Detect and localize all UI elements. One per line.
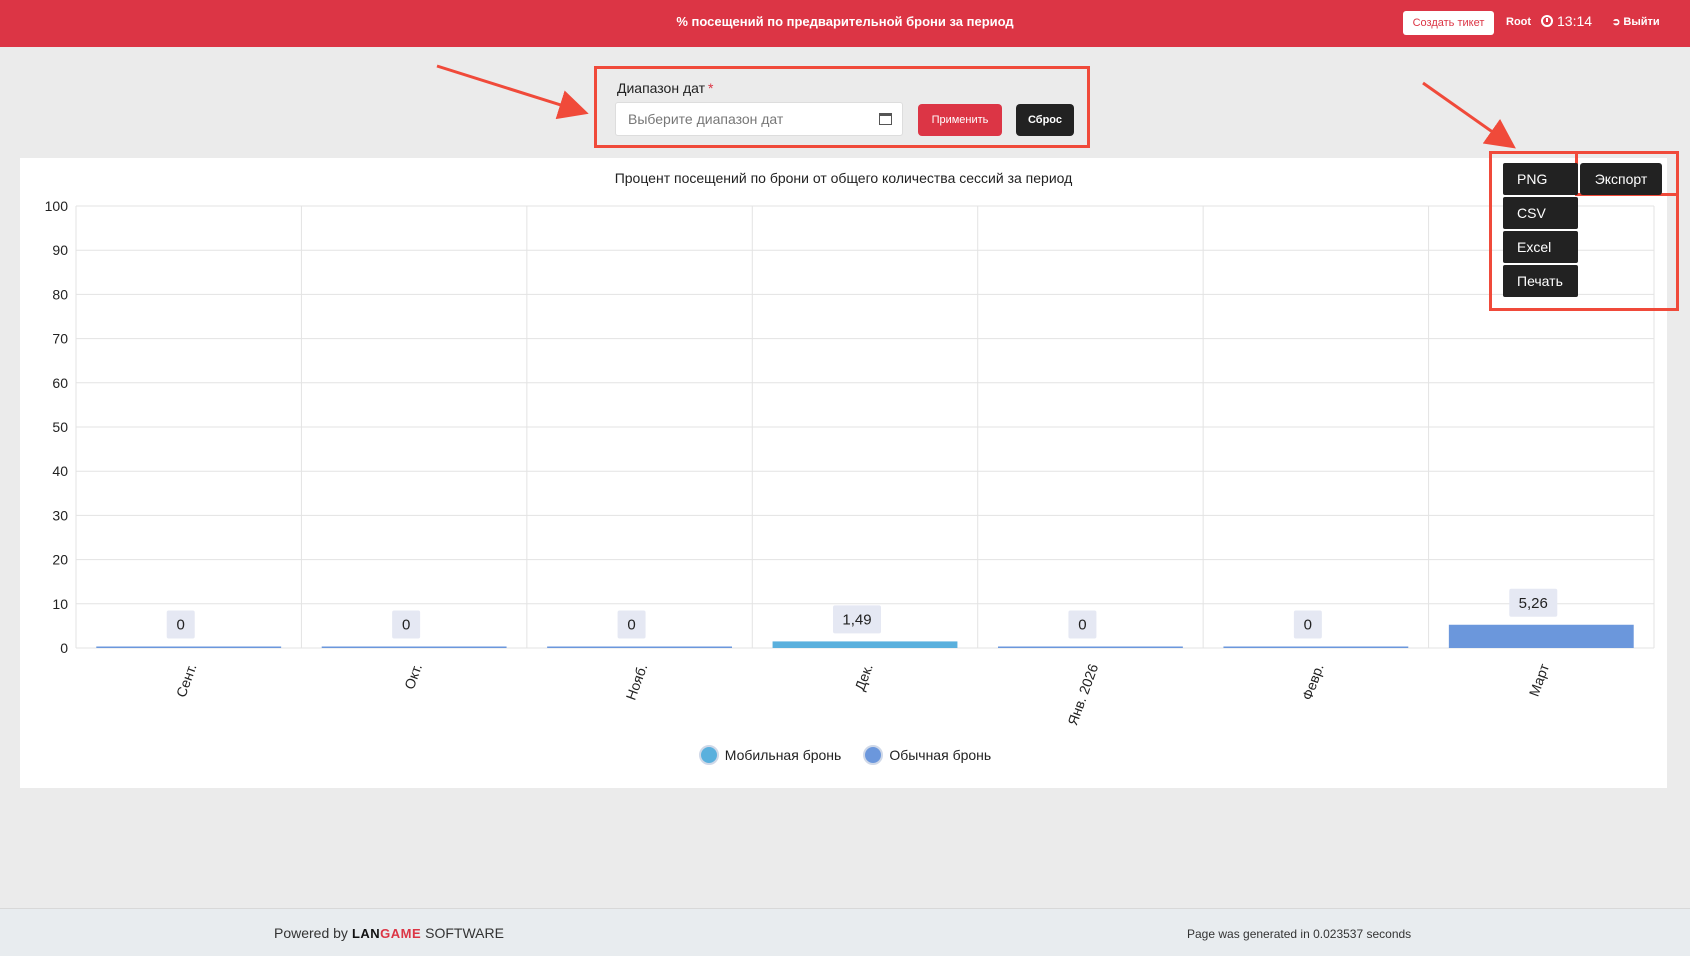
legend-swatch-regular	[863, 745, 884, 765]
y-tick-label: 0	[60, 640, 68, 656]
y-tick-label: 10	[52, 596, 68, 612]
footer: Powered by LANGAME SOFTWARE Page was gen…	[0, 908, 1690, 956]
y-tick-label: 70	[52, 331, 68, 347]
data-label: 1,49	[842, 611, 871, 628]
brand-logo: LANGAME	[352, 926, 421, 941]
data-label: 0	[1078, 617, 1086, 634]
legend-label-regular: Обычная бронь	[889, 747, 992, 763]
generation-time: Page was generated in 0.023537 seconds	[1187, 927, 1412, 941]
bar	[96, 646, 282, 648]
export-png-item[interactable]: PNG	[1503, 163, 1578, 195]
y-tick-label: 50	[52, 419, 68, 435]
legend-item-mobile[interactable]: Мобильная бронь	[698, 745, 842, 765]
x-tick-label: Февр.	[1299, 662, 1327, 703]
brand-part-game: GAME	[380, 925, 422, 941]
legend-item-regular[interactable]: Обычная бронь	[863, 745, 991, 765]
powered-by: Powered by LANGAME SOFTWARE	[274, 925, 504, 941]
legend-swatch-mobile	[698, 745, 719, 765]
data-label: 0	[1304, 617, 1312, 634]
y-tick-label: 40	[52, 463, 68, 479]
y-tick-label: 80	[52, 286, 68, 302]
data-label: 0	[402, 617, 410, 634]
data-label: 0	[627, 617, 635, 634]
legend-label-mobile: Мобильная бронь	[724, 747, 842, 763]
powered-by-text: Powered by	[274, 925, 348, 941]
x-tick-label: Нояб.	[623, 662, 651, 703]
x-tick-label: Окт.	[401, 662, 425, 692]
brand-part-lan: LAN	[351, 925, 381, 941]
y-tick-label: 100	[45, 198, 69, 214]
data-label: 0	[177, 617, 185, 634]
x-tick-label: Сент.	[173, 662, 200, 700]
export-button[interactable]: Экспорт	[1580, 163, 1662, 195]
y-tick-label: 90	[52, 242, 68, 258]
export-excel-item[interactable]: Excel	[1503, 231, 1578, 263]
bar	[1448, 624, 1634, 648]
bar-chart: 0 10 20 30 40 50 60 70 80 90 100 0 Сент. 0 Окт. 0 Нояб. 1…	[45, 198, 1655, 727]
x-tick-label: Янв. 2026	[1064, 661, 1101, 727]
y-tick-label: 60	[52, 375, 68, 391]
x-tick-label: Март	[1526, 661, 1553, 699]
bar	[1223, 646, 1409, 648]
bar	[772, 641, 958, 648]
bar	[321, 646, 507, 648]
chart-legend: Мобильная бронь Обычная бронь	[0, 745, 1690, 765]
export-csv-item[interactable]: CSV	[1503, 197, 1578, 229]
brand-software: SOFTWARE	[425, 925, 504, 941]
bar	[998, 646, 1183, 648]
y-tick-label: 30	[52, 507, 68, 523]
x-tick-label: Дек.	[851, 662, 875, 693]
y-tick-label: 20	[52, 552, 68, 568]
bar	[547, 646, 732, 648]
data-label: 5,26	[1519, 595, 1548, 612]
export-print-item[interactable]: Печать	[1503, 265, 1578, 297]
